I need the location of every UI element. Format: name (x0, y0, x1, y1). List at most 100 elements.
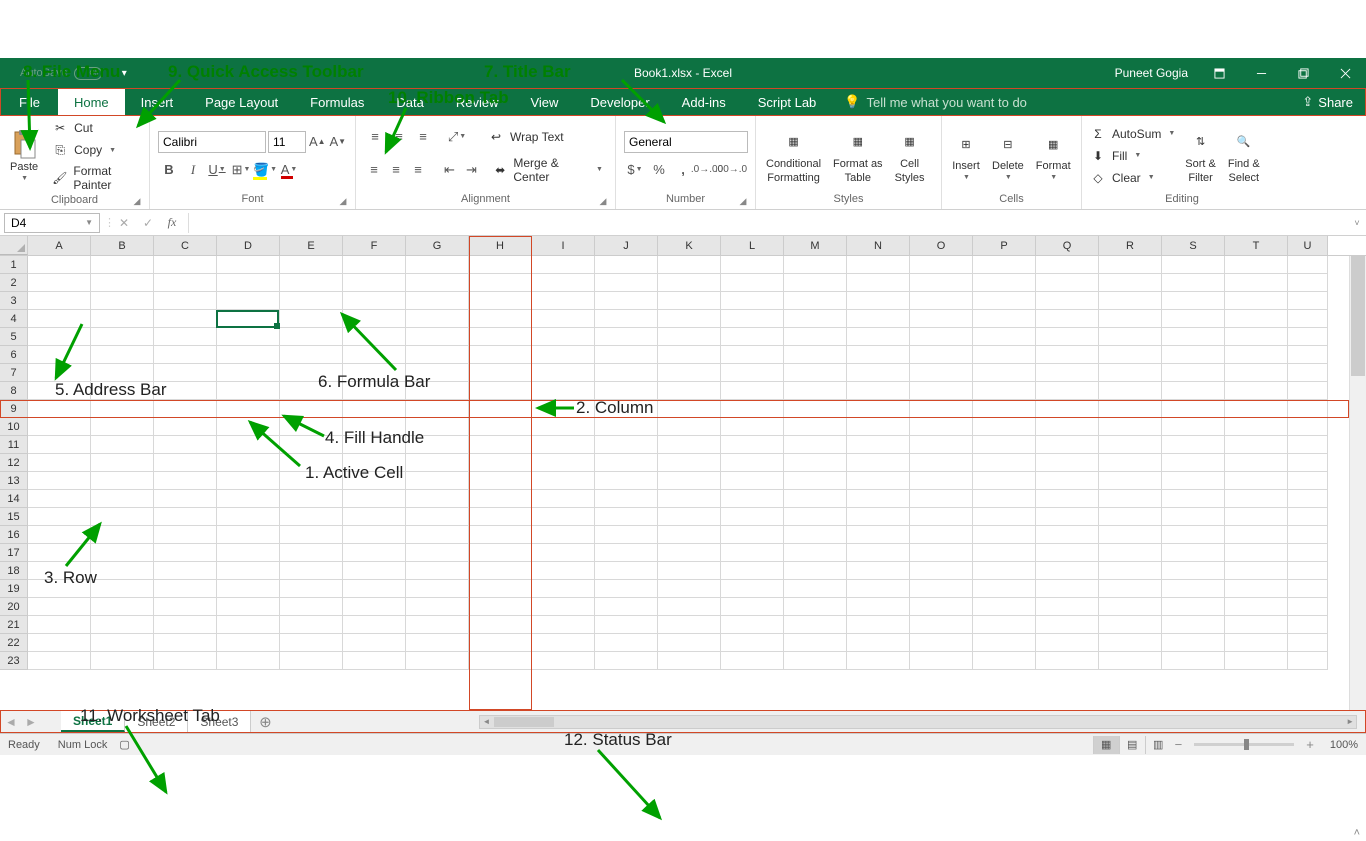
cell[interactable] (1288, 472, 1328, 490)
cell[interactable] (343, 634, 406, 652)
cell[interactable] (1162, 652, 1225, 670)
cell[interactable] (28, 346, 91, 364)
cell[interactable] (217, 346, 280, 364)
column-header[interactable]: N (847, 236, 910, 255)
cell[interactable] (721, 364, 784, 382)
cell[interactable] (154, 274, 217, 292)
cell[interactable] (658, 616, 721, 634)
cell[interactable] (910, 346, 973, 364)
cell[interactable] (721, 292, 784, 310)
cell[interactable] (847, 544, 910, 562)
cell[interactable] (973, 454, 1036, 472)
cell[interactable] (1036, 508, 1099, 526)
sort-filter-button[interactable]: ⇅Sort &Filter (1179, 126, 1222, 186)
cell[interactable] (406, 292, 469, 310)
cell[interactable] (973, 562, 1036, 580)
cell[interactable] (910, 382, 973, 400)
cell[interactable] (280, 472, 343, 490)
tab-formulas[interactable]: Formulas (294, 89, 380, 115)
cell[interactable] (658, 382, 721, 400)
delete-cells-button[interactable]: ⊟Delete▼ (986, 128, 1030, 183)
tab-developer[interactable]: Developer (574, 89, 665, 115)
cell[interactable] (1225, 436, 1288, 454)
cell[interactable] (658, 526, 721, 544)
sheet-tab-1[interactable]: Sheet1 (61, 711, 125, 732)
cell[interactable] (658, 418, 721, 436)
column-header[interactable]: K (658, 236, 721, 255)
cell[interactable] (1288, 562, 1328, 580)
cell[interactable] (784, 652, 847, 670)
cell[interactable] (973, 652, 1036, 670)
cell[interactable] (1162, 490, 1225, 508)
cell[interactable] (280, 634, 343, 652)
cell[interactable] (217, 616, 280, 634)
cell[interactable] (217, 454, 280, 472)
cell[interactable] (1099, 328, 1162, 346)
cell[interactable] (1288, 580, 1328, 598)
cell[interactable] (1288, 508, 1328, 526)
cell[interactable] (154, 562, 217, 580)
cell[interactable] (343, 616, 406, 634)
cell[interactable] (847, 292, 910, 310)
cell[interactable] (343, 652, 406, 670)
zoom-slider[interactable] (1194, 743, 1294, 746)
row-header[interactable]: 22 (0, 634, 28, 652)
tab-page-layout[interactable]: Page Layout (189, 89, 294, 115)
decrease-font-icon[interactable]: A▼ (329, 131, 348, 153)
currency-button[interactable]: $▼ (624, 159, 646, 181)
cell[interactable] (784, 598, 847, 616)
cell[interactable] (28, 562, 91, 580)
cell[interactable] (910, 580, 973, 598)
cell[interactable] (28, 256, 91, 274)
column-header[interactable]: F (343, 236, 406, 255)
cell[interactable] (910, 292, 973, 310)
cell[interactable] (973, 526, 1036, 544)
fill-button[interactable]: ⬇Fill▼ (1086, 146, 1179, 166)
fill-handle[interactable] (274, 323, 280, 329)
cell[interactable] (280, 580, 343, 598)
zoom-out-button[interactable]: − (1171, 737, 1187, 752)
cell[interactable] (595, 418, 658, 436)
cell[interactable] (280, 598, 343, 616)
cell[interactable] (217, 256, 280, 274)
name-box[interactable]: D4▼ (4, 213, 100, 233)
cell[interactable] (343, 274, 406, 292)
cell[interactable] (343, 598, 406, 616)
row-header[interactable]: 5 (0, 328, 28, 346)
cell[interactable] (847, 346, 910, 364)
number-format-select[interactable] (624, 131, 748, 153)
cell[interactable] (910, 490, 973, 508)
cell[interactable] (217, 562, 280, 580)
cell[interactable] (91, 580, 154, 598)
cell[interactable] (1036, 292, 1099, 310)
cell[interactable] (784, 616, 847, 634)
cell[interactable] (532, 418, 595, 436)
cell[interactable] (280, 490, 343, 508)
cell[interactable] (1036, 328, 1099, 346)
cell[interactable] (1288, 364, 1328, 382)
cell[interactable] (28, 274, 91, 292)
cell[interactable] (721, 598, 784, 616)
cell[interactable] (91, 364, 154, 382)
cell[interactable] (721, 382, 784, 400)
cell[interactable] (91, 490, 154, 508)
cell[interactable] (721, 454, 784, 472)
cell[interactable] (154, 490, 217, 508)
cell[interactable] (847, 310, 910, 328)
cell[interactable] (1162, 256, 1225, 274)
cell[interactable] (721, 418, 784, 436)
cell[interactable] (343, 580, 406, 598)
cell[interactable] (532, 580, 595, 598)
increase-indent-button[interactable]: ⇥ (461, 159, 481, 181)
cell[interactable] (973, 274, 1036, 292)
column-header[interactable]: R (1099, 236, 1162, 255)
cell[interactable] (343, 454, 406, 472)
cell[interactable] (406, 544, 469, 562)
column-header[interactable]: L (721, 236, 784, 255)
cell[interactable] (784, 382, 847, 400)
cell[interactable] (217, 382, 280, 400)
cell[interactable] (1036, 634, 1099, 652)
cell[interactable] (973, 616, 1036, 634)
expand-formula-bar-button[interactable]: ˅ (1348, 218, 1366, 228)
cell[interactable] (595, 364, 658, 382)
